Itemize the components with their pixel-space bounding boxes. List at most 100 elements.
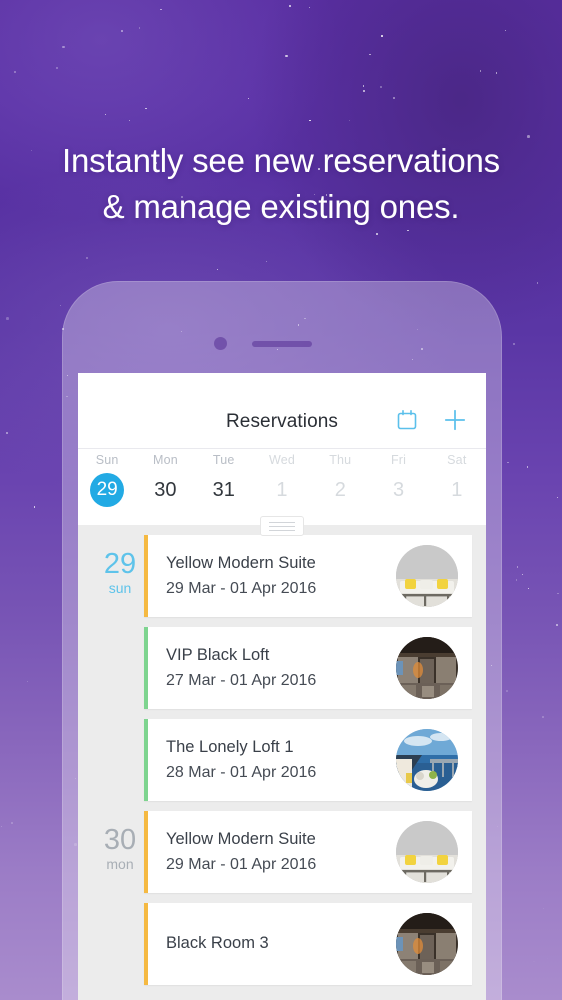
- week-day-sun[interactable]: Sun 29: [78, 449, 136, 511]
- star: [375, 233, 378, 235]
- star: [309, 119, 311, 122]
- reservation-title: The Lonely Loft 1: [166, 738, 294, 756]
- star: [62, 45, 65, 49]
- star: [507, 461, 509, 464]
- black-loft-thumbnail: [396, 637, 458, 699]
- week-day-thu[interactable]: Thu 2: [311, 449, 369, 511]
- handle-line: [269, 529, 295, 531]
- star: [547, 958, 548, 959]
- week-strip: Sun 29 Mon 30 Tue 31 Wed 1 Thu 2 Fri 3 Sat 1: [78, 449, 486, 536]
- week-day-fri[interactable]: Fri 3: [369, 449, 427, 511]
- star: [11, 822, 13, 825]
- week-days: Sun 29 Mon 30 Tue 31 Wed 1 Thu 2 Fri 3 Sat 1: [78, 449, 486, 511]
- star: [363, 89, 366, 92]
- star: [555, 624, 558, 627]
- reservation-dates: 27 Mar - 01 Apr 2016: [166, 672, 317, 689]
- reservation-day-group: 29 sun Yellow Modern Suite 29 Mar - 01 Apr …: [78, 535, 486, 801]
- star: [393, 97, 396, 100]
- star: [60, 304, 62, 307]
- star: [479, 70, 482, 72]
- week-day-number: 31: [212, 479, 235, 501]
- week-day-wed[interactable]: Wed 1: [253, 449, 311, 511]
- app-navbar: Reservations: [78, 373, 486, 449]
- reservation-dates: 28 Mar - 01 Apr 2016: [166, 764, 317, 781]
- star: [247, 97, 250, 99]
- reservation-card-text: Yellow Modern Suite 29 Mar - 01 Apr 2016: [148, 827, 396, 877]
- promo-screenshot: Instantly see new reservations & manage …: [0, 0, 562, 1000]
- star: [6, 317, 9, 320]
- week-day-name: Thu: [329, 453, 352, 467]
- week-day-number-selected: 29: [90, 473, 125, 507]
- reservation-title: Yellow Modern Suite: [166, 554, 316, 572]
- star: [522, 574, 524, 576]
- week-day-number: 2: [334, 479, 346, 501]
- star: [512, 342, 516, 346]
- week-day-name: Sun: [95, 453, 119, 467]
- star: [515, 579, 518, 581]
- week-day-name: Tue: [212, 453, 235, 467]
- week-day-sat[interactable]: Sat 1: [428, 449, 486, 511]
- phone-speaker-icon: [252, 341, 312, 347]
- star: [407, 229, 409, 232]
- star: [348, 119, 350, 121]
- black-loft-thumbnail: [396, 913, 458, 975]
- star: [216, 268, 219, 271]
- week-day-number-wrap: 2: [311, 469, 369, 511]
- reservation-dates: 29 Mar - 01 Apr 2016: [166, 856, 317, 873]
- reservation-card[interactable]: The Lonely Loft 1 28 Mar - 01 Apr 2016: [144, 719, 472, 801]
- calendar-icon[interactable]: [394, 407, 420, 433]
- week-day-number: 3: [392, 479, 405, 501]
- star: [138, 27, 141, 29]
- star: [27, 681, 29, 683]
- star: [381, 34, 384, 37]
- week-day-number-wrap: 1: [253, 469, 311, 511]
- navbar-actions: [394, 407, 468, 433]
- reservation-card[interactable]: Yellow Modern Suite 29 Mar - 01 Apr 2016: [144, 811, 472, 893]
- star: [14, 71, 16, 73]
- star: [33, 506, 35, 508]
- star: [526, 466, 528, 468]
- star: [55, 66, 59, 70]
- star: [496, 72, 498, 74]
- reservation-card[interactable]: Black Room 3: [144, 903, 472, 985]
- star: [527, 588, 530, 590]
- app-screen: Reservations Sun 29 Mon 30 Tue 31 Wed 1 …: [78, 373, 486, 1000]
- week-day-number: 1: [451, 479, 463, 501]
- reservation-card[interactable]: VIP Black Loft 27 Mar - 01 Apr 2016: [144, 627, 472, 709]
- star: [557, 592, 559, 595]
- star: [145, 107, 147, 110]
- star: [556, 496, 558, 498]
- day-label-number: 29: [103, 548, 137, 580]
- star: [1, 826, 3, 828]
- star: [289, 4, 292, 7]
- reservation-card-text: VIP Black Loft 27 Mar - 01 Apr 2016: [148, 643, 396, 693]
- week-day-name: Wed: [268, 453, 296, 467]
- reservation-title: Yellow Modern Suite: [166, 830, 316, 848]
- week-day-number-wrap: 1: [428, 469, 486, 511]
- week-day-number: 30: [154, 479, 177, 501]
- star: [104, 113, 106, 115]
- star: [362, 85, 365, 88]
- star: [369, 53, 371, 56]
- reservation-day-group: 30 mon Yellow Modern Suite 29 Mar - 01 Apr …: [78, 811, 486, 985]
- star: [542, 716, 544, 718]
- lonely-loft-thumbnail: [396, 729, 458, 791]
- star: [516, 566, 519, 568]
- star: [505, 30, 507, 32]
- drag-handle-icon[interactable]: [260, 516, 304, 536]
- reservation-card-text: The Lonely Loft 1 28 Mar - 01 Apr 2016: [148, 735, 396, 785]
- reservation-card-text: Yellow Modern Suite 29 Mar - 01 Apr 2016: [148, 551, 396, 601]
- week-day-tue[interactable]: Tue 31: [195, 449, 253, 511]
- day-label: 29 sun: [92, 549, 148, 597]
- handle-line: [269, 525, 295, 527]
- reservation-card[interactable]: Yellow Modern Suite 29 Mar - 01 Apr 2016: [144, 535, 472, 617]
- reservation-list[interactable]: 29 sun Yellow Modern Suite 29 Mar - 01 Apr …: [78, 525, 486, 1000]
- star: [542, 907, 544, 910]
- star: [121, 30, 124, 33]
- week-day-mon[interactable]: Mon 30: [136, 449, 194, 511]
- plus-icon[interactable]: [442, 407, 468, 433]
- star: [266, 260, 268, 262]
- star: [85, 256, 89, 260]
- yellow-suite-thumbnail: [396, 545, 458, 607]
- star: [129, 120, 131, 122]
